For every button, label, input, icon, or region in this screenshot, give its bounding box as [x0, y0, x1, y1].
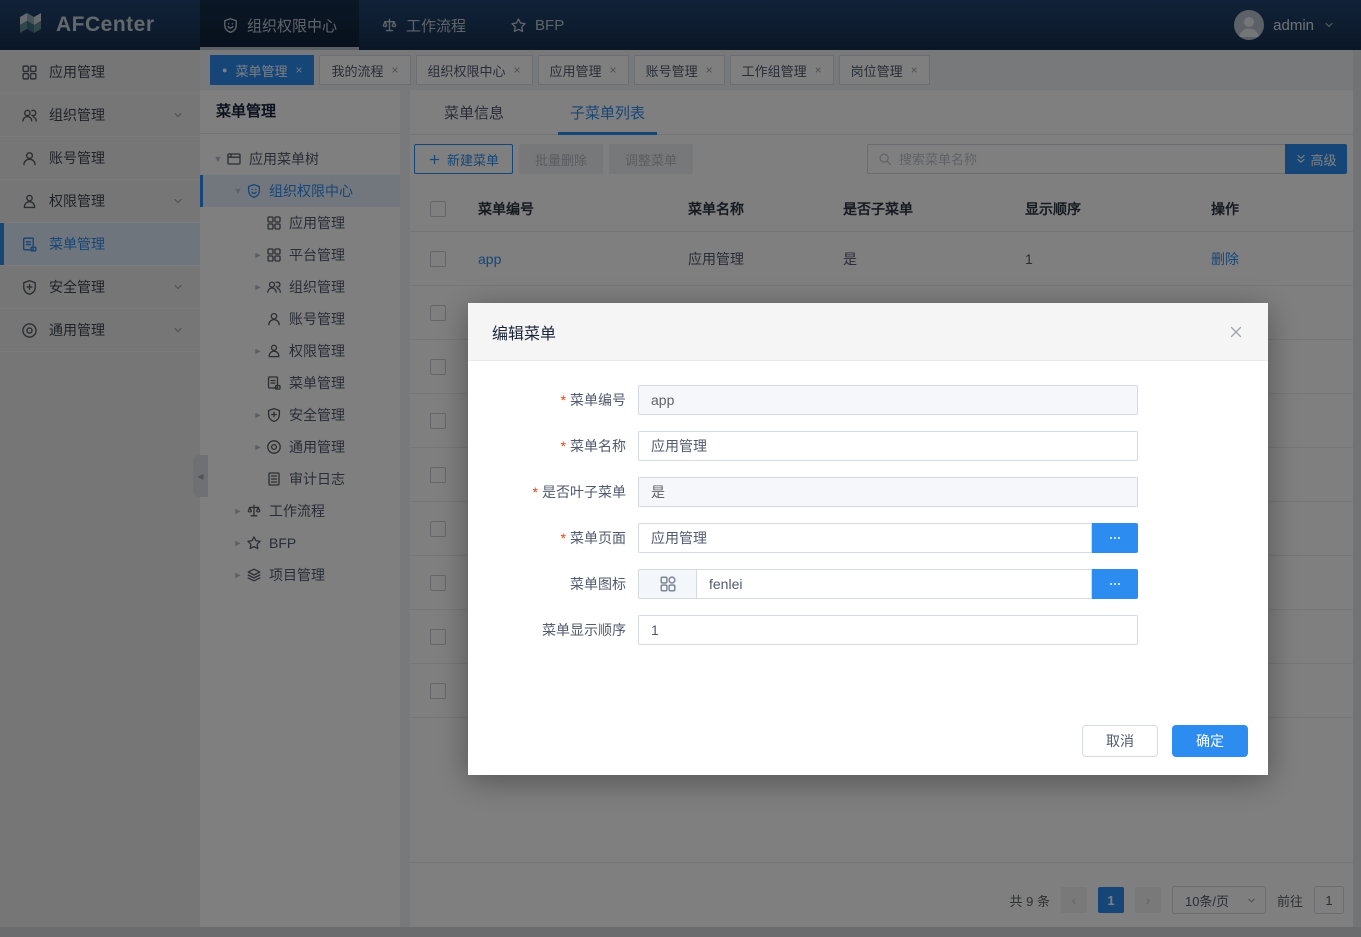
field-label-text: 菜单图标: [570, 576, 626, 592]
modal-header: 编辑菜单: [468, 303, 1268, 361]
field-label-text: 是否叶子菜单: [542, 484, 626, 500]
field-control: [638, 431, 1138, 461]
field-control: [638, 477, 1138, 507]
form-row-菜单页面: *菜单页面: [468, 523, 1268, 553]
field-control: [638, 569, 1138, 599]
picker-button[interactable]: [1092, 569, 1138, 599]
field-label: *菜单页面: [468, 528, 626, 548]
form-row-是否叶子菜单: *是否叶子菜单: [468, 477, 1268, 507]
field-label: *菜单名称: [468, 436, 626, 456]
field-label-text: 菜单页面: [570, 530, 626, 546]
field-label-text: 菜单显示顺序: [542, 622, 626, 638]
modal-title: 编辑菜单: [492, 320, 556, 344]
field-control: [638, 385, 1138, 415]
menu-icon-preview: [638, 569, 696, 599]
field-input-菜单页面[interactable]: [638, 523, 1092, 553]
ellipsis-icon: [1108, 531, 1122, 545]
fenlei-icon: [659, 575, 677, 593]
form-row-菜单编号: *菜单编号: [468, 385, 1268, 415]
modal-footer: 取消 确定: [468, 725, 1268, 775]
required-asterisk: *: [533, 484, 538, 500]
edit-menu-modal: 编辑菜单 *菜单编号*菜单名称*是否叶子菜单*菜单页面菜单图标菜单显示顺序 取消…: [468, 303, 1268, 775]
picker-button[interactable]: [1092, 523, 1138, 553]
form-row-菜单显示顺序: 菜单显示顺序: [468, 615, 1268, 645]
field-label-text: 菜单编号: [570, 392, 626, 408]
field-label: *菜单编号: [468, 390, 626, 410]
required-asterisk: *: [561, 392, 566, 408]
cancel-button[interactable]: 取消: [1082, 725, 1158, 757]
field-input-菜单名称[interactable]: [638, 431, 1138, 461]
field-label-text: 菜单名称: [570, 438, 626, 454]
form-row-菜单图标: 菜单图标: [468, 569, 1268, 599]
required-asterisk: *: [561, 530, 566, 546]
field-input-菜单图标[interactable]: [696, 569, 1092, 599]
ellipsis-icon: [1108, 577, 1122, 591]
form-row-菜单名称: *菜单名称: [468, 431, 1268, 461]
field-input-菜单显示顺序[interactable]: [638, 615, 1138, 645]
field-input-是否叶子菜单: [638, 477, 1138, 507]
field-control: [638, 615, 1138, 645]
close-icon[interactable]: [1228, 324, 1244, 340]
field-label: 菜单显示顺序: [468, 620, 626, 640]
field-control: [638, 523, 1138, 553]
field-label: *是否叶子菜单: [468, 482, 626, 502]
field-label: 菜单图标: [468, 574, 626, 594]
modal-form: *菜单编号*菜单名称*是否叶子菜单*菜单页面菜单图标菜单显示顺序: [468, 361, 1268, 661]
field-input-菜单编号: [638, 385, 1138, 415]
required-asterisk: *: [561, 438, 566, 454]
confirm-button[interactable]: 确定: [1172, 725, 1248, 757]
